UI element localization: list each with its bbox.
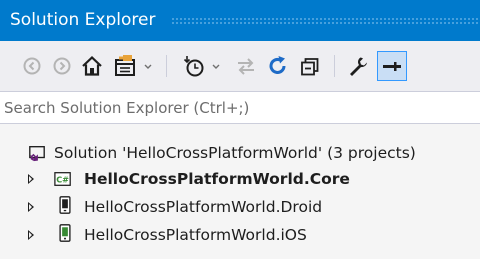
project-label: HelloCrossPlatformWorld.Core — [84, 170, 350, 188]
toolbar-separator — [166, 55, 167, 77]
project-label: HelloCrossPlatformWorld.iOS — [84, 226, 307, 244]
back-arrow-icon — [23, 57, 41, 75]
properties-button[interactable] — [344, 51, 372, 81]
panel-title: Solution Explorer — [10, 10, 156, 30]
back-button[interactable] — [20, 51, 44, 81]
home-icon — [82, 55, 102, 76]
pending-changes-dropdown[interactable] — [210, 51, 222, 81]
tree-item-project[interactable]: C# HelloCrossPlatformWorld.Core — [0, 166, 480, 192]
sync-icon — [238, 58, 254, 75]
search-input[interactable] — [4, 96, 474, 120]
switch-views-button[interactable] — [110, 51, 140, 81]
expand-arrow-icon[interactable] — [28, 174, 34, 184]
sync-with-document-button[interactable] — [232, 51, 260, 81]
preview-selected-items-button[interactable] — [377, 51, 407, 81]
toolbar — [0, 41, 480, 91]
pending-changes-filter-button[interactable] — [178, 51, 208, 81]
search-box — [0, 91, 480, 124]
solution-tree: Solution 'HelloCrossPlatformWorld' (3 pr… — [0, 124, 480, 259]
switch-views-dropdown[interactable] — [142, 51, 154, 81]
tree-item-project[interactable]: HelloCrossPlatformWorld.iOS — [0, 222, 480, 248]
preview-icon — [383, 62, 401, 71]
tree-item-solution[interactable]: Solution 'HelloCrossPlatformWorld' (3 pr… — [0, 140, 480, 166]
collapse-all-button[interactable] — [296, 51, 324, 81]
tree-item-project[interactable]: HelloCrossPlatformWorld.Droid — [0, 194, 480, 220]
expand-arrow-icon[interactable] — [28, 230, 34, 240]
refresh-icon — [269, 56, 286, 74]
wrench-icon — [350, 57, 367, 76]
title-bar[interactable]: Solution Explorer — [0, 0, 480, 41]
pending-changes-icon — [183, 56, 204, 77]
chevron-down-icon — [212, 64, 220, 69]
solution-label: Solution 'HelloCrossPlatformWorld' (3 pr… — [54, 144, 416, 162]
home-button[interactable] — [78, 51, 106, 81]
refresh-button[interactable] — [264, 51, 292, 81]
switch-views-icon — [115, 55, 135, 76]
solution-explorer-panel: Solution Explorer Search Solution Explor… — [0, 0, 480, 259]
visual-studio-solution-icon — [29, 146, 45, 162]
chevron-down-icon — [144, 64, 152, 69]
android-project-icon — [59, 196, 71, 214]
title-bar-grip[interactable] — [171, 17, 480, 24]
expand-arrow-icon[interactable] — [28, 202, 34, 212]
ios-project-icon — [59, 224, 71, 242]
csharp-project-icon: C# — [54, 172, 71, 186]
toolbar-separator — [334, 55, 335, 77]
collapse-all-icon — [301, 58, 319, 76]
project-label: HelloCrossPlatformWorld.Droid — [84, 198, 323, 216]
forward-button[interactable] — [50, 51, 74, 81]
svg-text:C#: C# — [56, 175, 69, 185]
forward-arrow-icon — [53, 57, 71, 75]
